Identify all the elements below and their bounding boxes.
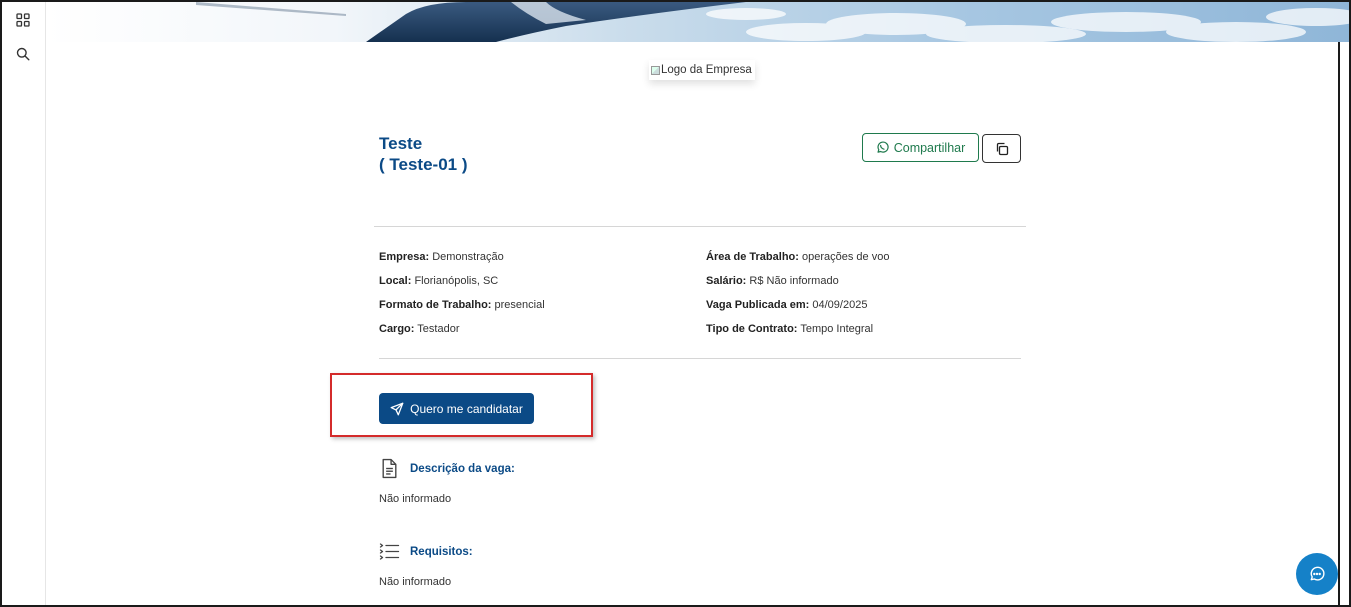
- detail-empresa: Empresa: Demonstração: [379, 251, 504, 263]
- job-title: Teste: [379, 134, 423, 153]
- document-icon: [382, 458, 397, 479]
- section-requirements-header: Requisitos:: [379, 542, 473, 561]
- section-requirements-title: Requisitos:: [410, 545, 473, 558]
- detail-local: Local: Florianópolis, SC: [379, 275, 499, 287]
- divider-top: [374, 226, 1026, 227]
- checklist-icon: [379, 543, 400, 560]
- grid-icon[interactable]: [12, 9, 34, 31]
- apply-label: Quero me candidatar: [410, 401, 523, 416]
- apply-button[interactable]: Quero me candidatar: [379, 393, 534, 424]
- whatsapp-icon: [877, 141, 889, 153]
- section-description-body: Não informado: [379, 493, 452, 505]
- copy-icon: [996, 142, 1008, 155]
- company-logo: Logo da Empresa: [649, 60, 755, 80]
- broken-image-icon: [651, 65, 660, 75]
- browser-frame: Logo da Empresa Teste ( Teste-01 ) Compa…: [0, 0, 1351, 607]
- side-rail: [2, 2, 46, 605]
- section-description-header: Descrição da vaga:: [379, 458, 515, 479]
- section-requirements-body: Não informado: [379, 576, 452, 588]
- logo-alt-text: Logo da Empresa: [661, 64, 752, 76]
- job-title-block: Teste ( Teste-01 ): [379, 133, 468, 175]
- share-whatsapp-button[interactable]: Compartilhar: [862, 133, 979, 162]
- detail-formato: Formato de Trabalho: presencial: [379, 299, 545, 311]
- send-icon: [390, 402, 404, 415]
- detail-area: Área de Trabalho: operações de voo: [706, 251, 890, 263]
- detail-cargo: Cargo: Testador: [379, 323, 460, 335]
- share-label: Compartilhar: [893, 140, 966, 155]
- detail-contrato: Tipo de Contrato: Tempo Integral: [706, 323, 874, 335]
- detail-salario: Salário: R$ Não informado: [706, 275, 839, 287]
- section-description-title: Descrição da vaga:: [410, 462, 515, 475]
- chat-icon: [1310, 566, 1325, 581]
- chat-button[interactable]: [1296, 553, 1338, 595]
- job-code: ( Teste-01 ): [379, 155, 468, 174]
- header-banner-image: [46, 2, 1349, 42]
- copy-link-button[interactable]: [982, 134, 1021, 163]
- divider-bottom: [379, 358, 1021, 359]
- search-icon[interactable]: [12, 43, 34, 65]
- job-page: Logo da Empresa Teste ( Teste-01 ) Compa…: [46, 42, 1340, 605]
- detail-publicada: Vaga Publicada em: 04/09/2025: [706, 299, 868, 311]
